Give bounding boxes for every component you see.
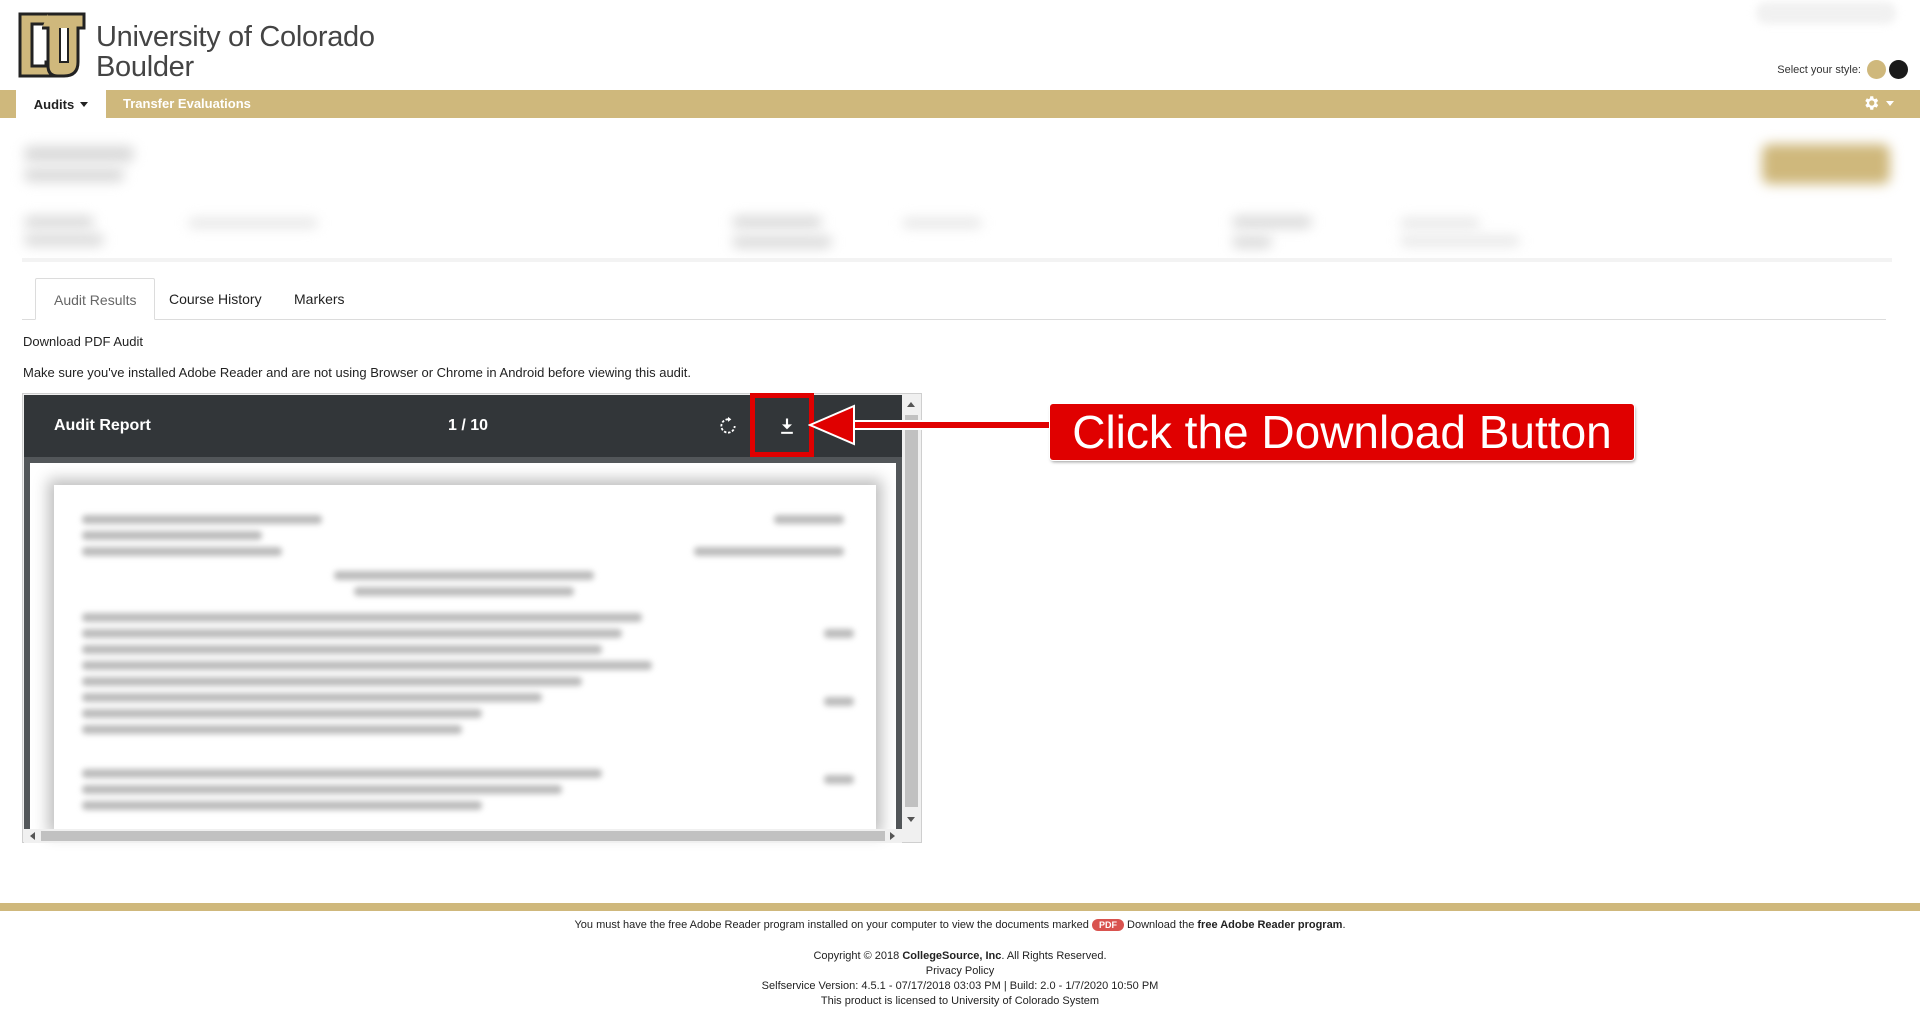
brand-line-2: Boulder	[96, 51, 194, 83]
audit-tabs: Audit Results Course History Markers	[22, 278, 1886, 320]
tab-audit-results[interactable]: Audit Results	[35, 278, 156, 320]
annotation-arrow-icon	[808, 404, 1052, 446]
redacted-text	[774, 515, 844, 524]
redacted-text	[24, 216, 94, 228]
scroll-down-icon[interactable]	[907, 817, 915, 822]
redacted-text	[1400, 236, 1520, 246]
adobe-notice-mid: Download the	[1127, 919, 1195, 931]
redacted-text	[82, 645, 602, 654]
scroll-right-icon[interactable]	[890, 832, 895, 840]
adobe-reader-link[interactable]: free Adobe Reader program	[1197, 919, 1342, 931]
privacy-policy-link[interactable]: Privacy Policy	[0, 964, 1920, 979]
adobe-notice: You must have the free Adobe Reader prog…	[0, 918, 1920, 933]
brand-line-1: University of Colorado	[96, 21, 375, 53]
redacted-text	[732, 236, 832, 248]
redacted-button	[1762, 144, 1890, 184]
footer-divider	[0, 903, 1920, 911]
pdf-title: Audit Report	[54, 417, 151, 434]
license-info: This product is licensed to University o…	[820, 995, 1100, 1007]
scroll-left-icon[interactable]	[30, 832, 35, 840]
redacted-text	[1232, 236, 1272, 248]
redacted-text	[82, 515, 322, 524]
redacted-text	[82, 547, 282, 556]
redacted-text	[354, 587, 574, 596]
copyright: Copyright © 2018 CollegeSource, Inc. All…	[0, 949, 1920, 964]
copyright-pre: Copyright © 2018	[813, 950, 900, 962]
collegesource-link[interactable]: CollegeSource, Inc	[902, 950, 1001, 962]
adobe-notice-end: .	[1342, 919, 1346, 931]
redacted-text	[824, 775, 854, 784]
style-picker: Select your style:	[1777, 60, 1908, 79]
chevron-down-icon	[1886, 100, 1894, 106]
copyright-post: . All Rights Reserved.	[1001, 950, 1107, 962]
download-highlight-box	[750, 393, 814, 457]
blurred-user-info	[1756, 2, 1896, 24]
download-pdf-audit-link[interactable]: Download PDF Audit	[23, 334, 143, 349]
style-swatch-gold[interactable]	[1867, 60, 1886, 79]
redacted-text	[188, 218, 318, 228]
site-header: University of Colorado Boulder Select yo…	[0, 0, 1920, 90]
redacted-text	[82, 693, 542, 702]
adobe-notice-text: You must have the free Adobe Reader prog…	[574, 919, 1089, 931]
pdf-viewer[interactable]: Audit Report 1 / 10	[22, 393, 922, 843]
redacted-text	[82, 613, 642, 622]
nav-audits-menu[interactable]: Audits	[16, 90, 106, 118]
main-navbar: Audits Transfer Evaluations	[0, 90, 1920, 118]
rotate-button[interactable]	[714, 412, 742, 440]
redacted-text	[694, 547, 844, 556]
version-info: Selfservice Version: 4.5.1 - 07/17/2018 …	[761, 980, 1159, 992]
vertical-scroll-thumb[interactable]	[905, 415, 918, 807]
brand-name[interactable]: University of Colorado Boulder	[96, 22, 375, 82]
rotate-icon	[720, 416, 736, 434]
redacted-text	[82, 801, 482, 810]
redacted-text	[824, 629, 854, 638]
redacted-text	[82, 661, 652, 670]
tab-course-history[interactable]: Course History	[151, 278, 280, 320]
redacted-text	[1400, 218, 1480, 228]
pdf-page-indicator: 1 / 10	[448, 417, 489, 434]
pdf-page	[54, 485, 876, 829]
redacted-text	[824, 697, 854, 706]
horizontal-scrollbar[interactable]	[24, 829, 902, 843]
student-info-redacted	[22, 132, 1892, 262]
settings-menu[interactable]	[1862, 94, 1894, 112]
tab-markers[interactable]: Markers	[276, 278, 363, 320]
redacted-text	[82, 769, 602, 778]
redacted-text	[902, 218, 982, 228]
redacted-text	[82, 785, 562, 794]
redacted-text	[82, 531, 262, 540]
pdf-badge: PDF	[1091, 919, 1124, 932]
redacted-text	[82, 709, 482, 718]
site-footer: You must have the free Adobe Reader prog…	[0, 918, 1920, 1009]
gear-icon	[1865, 96, 1879, 110]
style-picker-label: Select your style:	[1777, 63, 1861, 76]
redacted-text	[732, 216, 822, 228]
style-swatch-black[interactable]	[1889, 60, 1908, 79]
chevron-down-icon	[80, 101, 89, 107]
divider	[22, 258, 1892, 262]
redacted-text	[82, 725, 462, 734]
pdf-page-area	[30, 463, 896, 829]
redacted-text	[1232, 216, 1312, 228]
footer-spacer	[0, 933, 1920, 949]
redacted-text	[82, 629, 622, 638]
redacted-text	[24, 234, 104, 246]
redacted-text	[334, 571, 594, 580]
adobe-reader-notice: Make sure you've installed Adobe Reader …	[23, 365, 692, 380]
horizontal-scroll-thumb[interactable]	[41, 831, 885, 841]
vertical-scrollbar[interactable]	[902, 395, 921, 829]
redacted-text	[82, 677, 582, 686]
nav-audits-label: Audits	[33, 96, 75, 112]
nav-transfer-evaluations[interactable]: Transfer Evaluations	[123, 90, 251, 118]
redacted-text	[24, 168, 124, 182]
pdf-canvas	[24, 457, 902, 829]
redacted-text	[24, 146, 134, 162]
annotation-label: Click the Download Button	[1050, 404, 1634, 460]
cu-logo[interactable]	[16, 10, 88, 80]
